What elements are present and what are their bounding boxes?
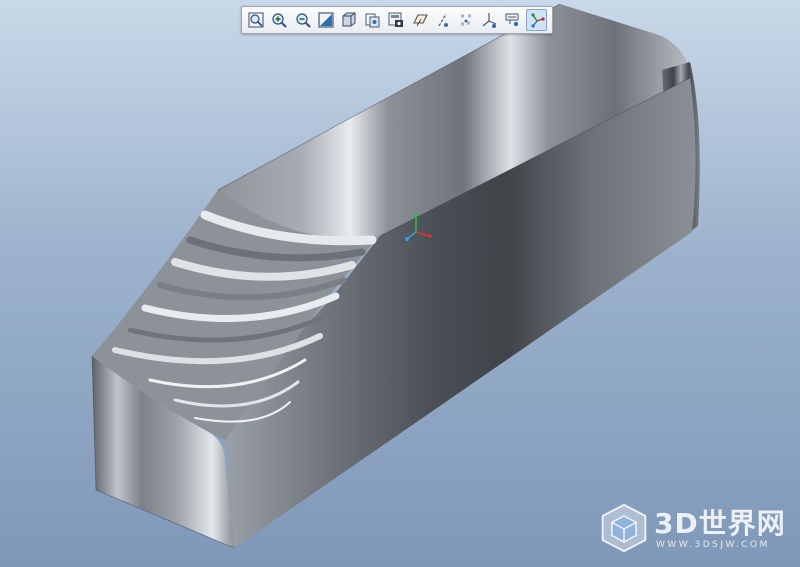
zoom-fit-button[interactable] (245, 9, 267, 31)
datum-axes-button[interactable] (432, 9, 454, 31)
datum-axes-icon (438, 13, 449, 27)
spin-center-icon (530, 13, 545, 28)
svg-text:×: × (467, 13, 472, 20)
watermark-url: WWW.3DSJW.COM (656, 540, 770, 550)
view-manager-button[interactable] (385, 9, 407, 31)
model-viewport[interactable] (0, 0, 800, 567)
zoom-fit-icon (248, 12, 264, 28)
zoom-in-icon (272, 13, 287, 28)
datum-planes-icon (412, 14, 428, 27)
datum-points-icon: × ×× × (460, 13, 472, 28)
annotations-button[interactable] (502, 9, 524, 31)
spin-center-button[interactable] (525, 9, 548, 31)
coordinate-systems-icon (482, 13, 497, 28)
svg-text:×: × (460, 13, 465, 20)
saved-views-button[interactable] (362, 9, 384, 31)
3d-cube-logo (601, 503, 647, 553)
saved-views-icon (365, 13, 380, 28)
svg-text:×: × (460, 21, 465, 28)
annotations-icon (505, 13, 519, 27)
datum-planes-button[interactable] (409, 9, 431, 31)
repaint-button[interactable] (315, 9, 337, 31)
watermark-title: 3D世界网 (654, 507, 786, 540)
zoom-out-icon (296, 13, 311, 28)
repaint-icon (318, 12, 334, 28)
coordinate-systems-button[interactable] (479, 9, 501, 31)
watermark: 3D世界网 WWW.3DSJW.COM (598, 498, 798, 558)
display-style-button[interactable] (339, 9, 361, 31)
view-manager-icon (388, 12, 404, 27)
zoom-out-button[interactable] (292, 9, 314, 31)
zoom-in-button[interactable] (268, 9, 290, 31)
datum-points-button[interactable]: × × × × (456, 9, 478, 31)
display-style-icon (342, 12, 356, 27)
view-toolbar: × × × × (241, 6, 553, 34)
